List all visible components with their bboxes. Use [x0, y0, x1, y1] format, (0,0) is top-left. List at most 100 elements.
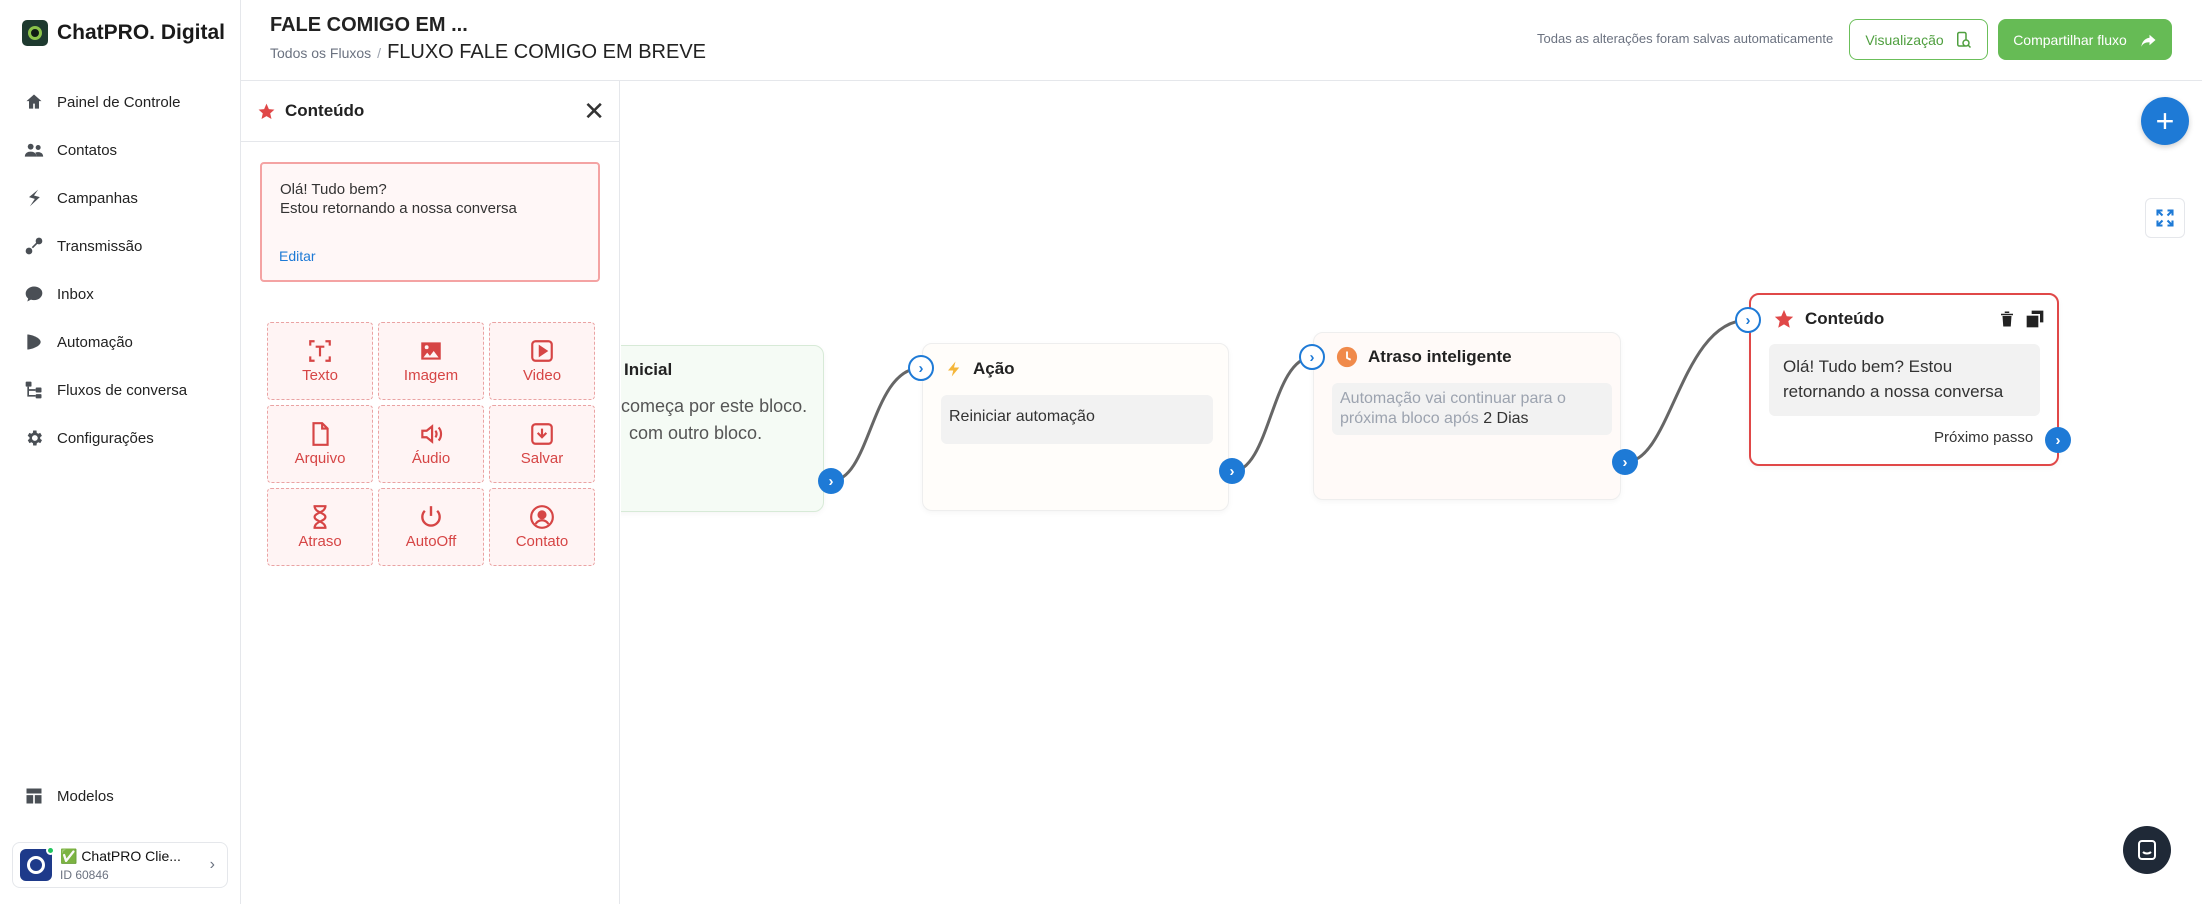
breadcrumb-separator: / — [377, 45, 382, 61]
node-output-port[interactable]: › — [1612, 449, 1638, 475]
node-input-port[interactable]: › — [1735, 307, 1761, 333]
chat-icon — [2138, 840, 2156, 860]
star-icon — [258, 103, 275, 119]
sidebar-item-label: Transmissão — [57, 237, 143, 255]
sidebar-item-contatos[interactable]: Contatos — [24, 126, 187, 174]
sidebar-item-painel[interactable]: Painel de Controle — [24, 78, 187, 126]
brand-logo-icon — [22, 20, 48, 46]
campaign-icon — [24, 188, 44, 208]
tile-imagem[interactable]: Imagem — [378, 322, 484, 400]
flow-canvas[interactable]: Inicial começa por este bloco. com outro… — [621, 81, 2202, 904]
expand-icon — [2156, 209, 2174, 227]
delay-text: Automação vai continuar para o próxima b… — [1340, 390, 1566, 427]
tile-label: Video — [522, 367, 562, 384]
preview-button-label: Visualização — [1865, 31, 1944, 48]
account-switcher[interactable]: ✅ ChatPRO Clie... ID 60846 › — [12, 842, 228, 888]
sidebar-nav: Painel de Controle Contatos Campanhas Tr… — [24, 78, 187, 462]
tile-label: Áudio — [411, 450, 451, 467]
chat-bubble-icon — [24, 284, 44, 304]
node-output-port[interactable]: › — [818, 468, 844, 494]
message-line: Estou retornando a nossa conversa — [280, 200, 517, 217]
sidebar-item-label: Fluxos de conversa — [57, 381, 188, 399]
sidebar: ChatPRO. Digital Painel de Controle Cont… — [0, 0, 241, 904]
users-icon — [24, 140, 44, 160]
node-text: com outro bloco. — [629, 423, 763, 443]
node-output-port[interactable]: › — [1219, 458, 1245, 484]
sidebar-item-transmissao[interactable]: Transmissão — [24, 222, 187, 270]
sidebar-item-configuracoes[interactable]: Configurações — [24, 414, 187, 462]
flow-node-action[interactable]: Ação Reiniciar automação — [922, 343, 1229, 511]
message-preview[interactable]: Olá! Tudo bem? Estou retornando a nossa … — [260, 162, 600, 282]
node-message-pill: Olá! Tudo bem? Estou retornando a nossa … — [1769, 344, 2040, 416]
account-id: ID 60846 — [60, 868, 109, 882]
node-input-port[interactable]: › — [908, 355, 934, 381]
duplicate-icon[interactable] — [2025, 309, 2045, 329]
sidebar-item-label: Inbox — [57, 285, 94, 303]
node-title-row: Atraso inteligente — [1336, 346, 1512, 368]
templates-icon — [24, 786, 44, 806]
tile-atraso[interactable]: Atraso — [267, 488, 373, 566]
fit-view-button[interactable] — [2145, 198, 2185, 238]
avatar — [20, 846, 55, 881]
flow-node-content[interactable]: Conteúdo Olá! Tudo bem? Estou retornando… — [1749, 293, 2059, 466]
share-icon — [2141, 34, 2156, 47]
share-flow-button[interactable]: Compartilhar fluxo — [1998, 19, 2172, 60]
node-title-row: Conteúdo — [1773, 308, 1884, 330]
tile-texto[interactable]: Texto — [267, 322, 373, 400]
close-icon[interactable]: ✕ — [583, 98, 605, 124]
tile-salvar[interactable]: Salvar — [489, 405, 595, 483]
edit-link[interactable]: Editar — [279, 248, 316, 264]
add-node-button[interactable]: + — [2141, 97, 2189, 145]
node-title: Ação — [973, 359, 1015, 378]
support-chat-button[interactable] — [2123, 826, 2171, 874]
home-icon — [24, 92, 44, 112]
flow-icon — [24, 380, 44, 400]
gear-icon — [24, 428, 44, 448]
flow-node-start[interactable]: Inicial começa por este bloco. com outro… — [621, 345, 824, 512]
trash-icon[interactable] — [1998, 309, 2016, 329]
text-icon — [309, 340, 331, 362]
tile-arquivo[interactable]: Arquivo — [267, 405, 373, 483]
sidebar-item-fluxos[interactable]: Fluxos de conversa — [24, 366, 187, 414]
sidebar-item-campanhas[interactable]: Campanhas — [24, 174, 187, 222]
broadcast-icon — [24, 236, 44, 256]
tile-label: Texto — [302, 367, 338, 384]
save-icon — [531, 423, 553, 445]
tile-contato[interactable]: Contato — [489, 488, 595, 566]
preview-icon — [1956, 31, 1971, 48]
breadcrumb-current[interactable]: FLUXO FALE COMIGO EM BREVE — [387, 41, 706, 64]
sidebar-item-label: Contatos — [57, 141, 118, 159]
tile-video[interactable]: Video — [489, 322, 595, 400]
sidebar-item-label: Automação — [57, 333, 133, 351]
flow-node-delay[interactable]: Atraso inteligente Automação vai continu… — [1313, 332, 1621, 500]
preview-button[interactable]: Visualização — [1849, 19, 1988, 60]
brand[interactable]: ChatPRO. Digital — [22, 20, 225, 46]
tile-autooff[interactable]: AutoOff — [378, 488, 484, 566]
sidebar-item-label: Modelos — [57, 787, 114, 805]
star-icon — [1774, 309, 1794, 328]
header: FALE COMIGO EM ... Todos os Fluxos / FLU… — [241, 0, 2202, 81]
breadcrumb: Todos os Fluxos / FLUXO FALE COMIGO EM B… — [270, 41, 706, 64]
clock-icon — [313, 505, 327, 529]
content-panel: Conteúdo ✕ Olá! Tudo bem? Estou retornan… — [241, 81, 620, 904]
share-button-label: Compartilhar fluxo — [2013, 31, 2127, 48]
clock-icon — [1336, 346, 1358, 368]
automation-icon — [24, 332, 44, 352]
account-name: ✅ ChatPRO Clie... — [60, 848, 181, 864]
node-title: Inicial — [624, 360, 673, 379]
chevron-right-icon: › — [209, 856, 215, 873]
panel-title: Conteúdo — [285, 101, 365, 120]
sidebar-item-inbox[interactable]: Inbox — [24, 270, 187, 318]
tile-audio[interactable]: Áudio — [378, 405, 484, 483]
breadcrumb-root-link[interactable]: Todos os Fluxos — [270, 45, 371, 61]
node-text: começa por este bloco. — [621, 396, 808, 416]
node-output-port[interactable]: › — [2045, 427, 2071, 453]
autosave-status: Todas as alterações foram salvas automat… — [1537, 31, 1834, 46]
node-input-port[interactable]: › — [1299, 344, 1325, 370]
page-title: FALE COMIGO EM ... — [270, 14, 468, 36]
node-title-row: Ação — [945, 358, 1015, 380]
node-title: Conteúdo — [1805, 309, 1885, 328]
sidebar-item-automacao[interactable]: Automação — [24, 318, 187, 366]
sidebar-item-modelos[interactable]: Modelos — [24, 772, 114, 820]
node-delay-pill: Automação vai continuar para o próxima b… — [1332, 383, 1612, 435]
